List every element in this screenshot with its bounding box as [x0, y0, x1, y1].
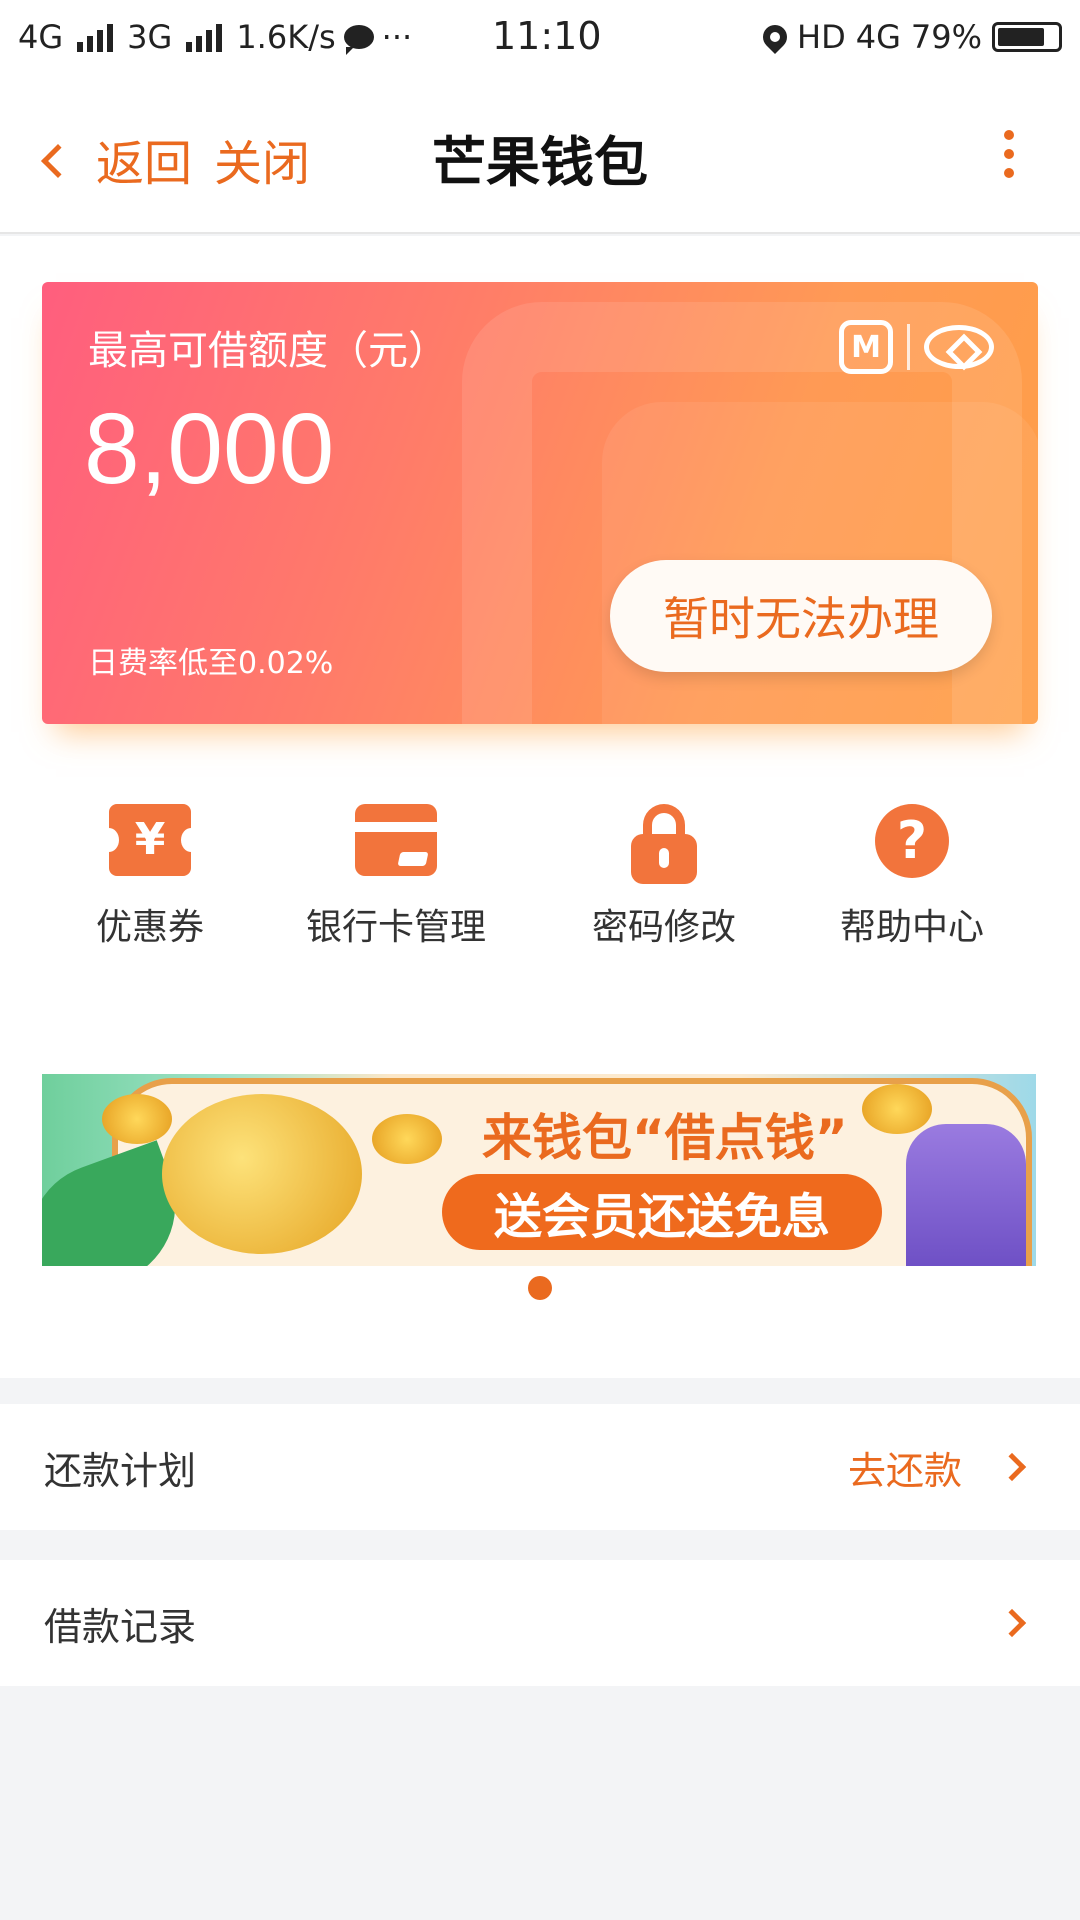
location-icon: [758, 20, 792, 54]
nav-header: 返回 关闭 芒果钱包: [0, 76, 1080, 234]
action-help[interactable]: ? 帮助中心: [792, 804, 1032, 950]
battery-icon: [992, 22, 1062, 52]
partner-logo-icon: [924, 325, 994, 369]
apply-button[interactable]: 暂时无法办理: [610, 560, 992, 672]
signal-icon: [77, 22, 114, 52]
status-left: 4G 3G 1.6K/s ···: [18, 18, 412, 56]
page-title: 芒果钱包: [432, 131, 648, 194]
chevron-right-icon: [997, 1452, 1027, 1482]
network-indicator: 4G: [855, 18, 901, 56]
main-content: 最高可借额度（元） 8,000 日费率低至0.02% M 暂时无法办理 ¥ 优惠…: [0, 236, 1080, 1378]
carousel-indicator: [528, 1276, 552, 1300]
action-label: 银行卡管理: [305, 907, 486, 948]
piggy-bank-image: [162, 1094, 362, 1254]
daily-rate-text: 日费率低至0.02%: [88, 646, 334, 681]
action-bank-card[interactable]: 银行卡管理: [276, 804, 516, 950]
network-speed: 1.6K/s: [236, 18, 336, 56]
clock: 11:10: [492, 14, 602, 58]
chat-icon: [343, 25, 374, 55]
coin-image: [862, 1084, 932, 1134]
network-type-1: 4G: [18, 18, 64, 56]
action-password[interactable]: 密码修改: [544, 804, 784, 950]
promo-banner[interactable]: 来钱包“借点钱” 送会员还送免息: [42, 1074, 1036, 1266]
logo-divider: [907, 324, 910, 370]
chevron-right-icon: [997, 1608, 1027, 1638]
coin-image: [372, 1114, 442, 1164]
more-menu-icon[interactable]: [1004, 130, 1014, 178]
lock-icon: [631, 804, 697, 884]
row-label: 还款计划: [44, 1448, 197, 1493]
credit-limit-amount: 8,000: [84, 393, 335, 505]
credit-limit-label: 最高可借额度（元）: [88, 328, 448, 374]
signal-icon-2: [186, 22, 223, 52]
action-coupon[interactable]: ¥ 优惠券: [30, 804, 270, 950]
loan-records-row[interactable]: 借款记录: [0, 1560, 1080, 1686]
more-notifications: ···: [381, 18, 413, 56]
status-bar: 4G 3G 1.6K/s ··· 11:10 HD 4G 79%: [0, 0, 1080, 76]
battery-percent: 79%: [910, 18, 982, 56]
row-label: 借款记录: [44, 1604, 197, 1649]
hd-indicator: HD: [797, 18, 846, 56]
network-type-2: 3G: [127, 18, 173, 56]
action-label: 优惠券: [95, 907, 204, 948]
repay-link[interactable]: 去还款: [848, 1440, 962, 1495]
credit-limit-card: 最高可借额度（元） 8,000 日费率低至0.02% M 暂时无法办理: [42, 282, 1038, 724]
help-icon: ?: [875, 804, 949, 878]
coupon-icon: ¥: [99, 804, 201, 876]
action-label: 帮助中心: [839, 907, 984, 948]
brand-logos: M: [839, 320, 994, 374]
quick-actions: ¥ 优惠券 银行卡管理 密码修改 ? 帮助中心: [0, 804, 1080, 954]
action-label: 密码修改: [591, 907, 736, 948]
person-illustration: [906, 1124, 1026, 1266]
repayment-plan-row[interactable]: 还款计划 去还款: [0, 1404, 1080, 1530]
status-right: HD 4G 79%: [758, 18, 1062, 56]
mango-logo-icon: M: [839, 320, 893, 374]
banner-title: 来钱包“借点钱”: [482, 1109, 848, 1167]
banner-subtitle: 送会员还送免息: [442, 1174, 882, 1250]
coin-image: [102, 1094, 172, 1144]
bank-card-icon: [355, 804, 437, 876]
